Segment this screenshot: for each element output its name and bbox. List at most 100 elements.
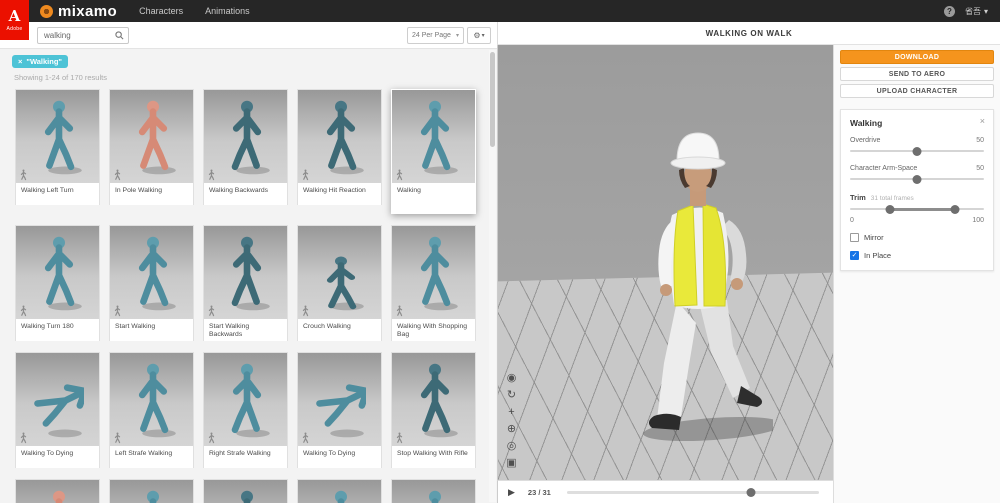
- mixamo-logo[interactable]: mixamo: [40, 3, 117, 20]
- trim-label: Trim: [850, 193, 866, 202]
- close-icon[interactable]: ×: [980, 116, 985, 126]
- trim-slider[interactable]: [850, 205, 984, 214]
- animation-card-label: Walking To Dying: [16, 446, 99, 468]
- animation-card-label: Crouch Walking: [298, 319, 381, 341]
- mannequin-figure: [410, 359, 460, 443]
- character-model[interactable]: [593, 97, 773, 449]
- animation-card[interactable]: Walking: [391, 89, 476, 214]
- animation-thumbnail: [298, 353, 381, 446]
- in-place-option[interactable]: ✓ In Place: [850, 251, 984, 260]
- overdrive-value: 50: [976, 137, 984, 144]
- zoom-icon[interactable]: ⊕: [505, 423, 518, 436]
- in-place-checkbox[interactable]: ✓: [850, 251, 859, 260]
- arm-space-label: Character Arm-Space: [850, 165, 917, 172]
- animation-card[interactable]: Walking To Dying: [15, 352, 100, 468]
- animation-card[interactable]: Stop Walking With Rifle: [391, 352, 476, 468]
- animation-card[interactable]: Walking With Shopping Bag: [391, 225, 476, 341]
- animation-thumbnail: [204, 353, 287, 446]
- animation-thumbnail: [204, 226, 287, 319]
- animation-card[interactable]: Walking Hit Reaction: [297, 89, 382, 205]
- animation-card[interactable]: Walking Turn 180: [15, 225, 100, 341]
- mannequin-figure: [128, 96, 178, 180]
- overdrive-slider[interactable]: [850, 147, 984, 156]
- timeline-slider[interactable]: [567, 488, 819, 497]
- chevron-down-icon: ▾: [482, 32, 485, 39]
- overdrive-handle[interactable]: [913, 147, 922, 156]
- timeline-track[interactable]: [567, 491, 819, 494]
- download-button[interactable]: DOWNLOAD: [840, 50, 994, 64]
- camera-icon[interactable]: ▣: [505, 457, 518, 470]
- animation-type-icon: [301, 432, 310, 444]
- adobe-a-icon: A: [9, 9, 21, 24]
- animation-thumbnail: [110, 353, 193, 446]
- gear-icon: ⚙: [473, 31, 480, 40]
- animation-card[interactable]: [391, 479, 476, 503]
- animation-card[interactable]: Crouch Walking: [297, 225, 382, 341]
- animation-type-icon: [207, 432, 216, 444]
- mannequin-figure: [222, 486, 272, 503]
- animation-thumbnail: [110, 90, 193, 183]
- close-icon[interactable]: ×: [18, 57, 22, 66]
- arm-space-handle[interactable]: [913, 175, 922, 184]
- 3d-viewport[interactable]: ◉ ↻ + ⊕ ◎ ▣: [497, 45, 833, 480]
- animation-card[interactable]: Start Walking: [109, 225, 194, 341]
- animation-card[interactable]: Walking To Dying: [297, 352, 382, 468]
- mannequin-figure: [128, 359, 178, 443]
- mannequin-figure: [410, 232, 460, 316]
- adobe-logo[interactable]: A Adobe: [0, 0, 29, 40]
- upload-character-button[interactable]: UPLOAD CHARACTER: [840, 84, 994, 98]
- orbit-icon[interactable]: ◉: [505, 372, 518, 385]
- animation-card[interactable]: In Pole Walking: [109, 89, 194, 205]
- results-summary: Showing 1-24 of 170 results: [14, 73, 107, 82]
- mannequin-figure: [34, 96, 84, 180]
- right-sidebar: DOWNLOAD SEND TO AERO UPLOAD CHARACTER W…: [833, 45, 1000, 503]
- nav-item-animations[interactable]: Animations: [205, 6, 250, 16]
- animation-card[interactable]: Walking Left Turn: [15, 89, 100, 205]
- timeline-handle[interactable]: [746, 488, 755, 497]
- mirror-option[interactable]: ✓ Mirror: [850, 233, 984, 242]
- frame-counter: 23 / 31: [528, 488, 551, 497]
- animation-card[interactable]: Start Walking Backwards: [203, 225, 288, 341]
- animation-card[interactable]: Right Strafe Walking: [203, 352, 288, 468]
- animation-type-icon: [301, 305, 310, 317]
- animation-thumbnail: [110, 480, 193, 503]
- search-icon[interactable]: [115, 31, 124, 40]
- scrollbar-thumb[interactable]: [490, 52, 495, 147]
- animation-card[interactable]: [203, 479, 288, 503]
- per-page-select[interactable]: 24 Per Page ▾: [407, 27, 464, 44]
- animation-card[interactable]: Walking Backwards: [203, 89, 288, 205]
- animation-card[interactable]: [297, 479, 382, 503]
- user-menu[interactable]: 省吾 ▾: [965, 6, 988, 17]
- rotate-icon[interactable]: ↻: [505, 389, 518, 402]
- animation-type-icon: [113, 169, 122, 181]
- trim-end-handle[interactable]: [950, 205, 959, 214]
- pan-icon[interactable]: +: [505, 406, 518, 419]
- animation-card-label: Walking Hit Reaction: [298, 183, 381, 205]
- trim-range-fill: [890, 208, 954, 211]
- help-icon[interactable]: ?: [944, 6, 955, 17]
- filter-tag-walking[interactable]: × "Walking": [12, 55, 68, 68]
- current-animation-title: WALKING ON WALK: [497, 22, 1000, 45]
- animation-card[interactable]: [109, 479, 194, 503]
- animation-thumbnail: [110, 226, 193, 319]
- animation-type-icon: [207, 305, 216, 317]
- send-to-aero-button[interactable]: SEND TO AERO: [840, 67, 994, 81]
- trim-start-handle[interactable]: [886, 205, 895, 214]
- animation-type-icon: [395, 432, 404, 444]
- chevron-down-icon: ▾: [984, 7, 988, 16]
- play-button[interactable]: ▶: [508, 487, 515, 498]
- arm-space-slider[interactable]: [850, 175, 984, 184]
- animation-type-icon: [395, 305, 404, 317]
- animation-card[interactable]: Left Strafe Walking: [109, 352, 194, 468]
- results-scrollbar[interactable]: [489, 50, 496, 502]
- nav-item-characters[interactable]: Characters: [139, 6, 183, 16]
- animation-card-label: Walking Left Turn: [16, 183, 99, 205]
- animation-card[interactable]: [15, 479, 100, 503]
- animation-card-label: Walking With Shopping Bag: [392, 319, 475, 341]
- animation-type-icon: [207, 169, 216, 181]
- mirror-checkbox[interactable]: ✓: [850, 233, 859, 242]
- center-icon[interactable]: ◎: [505, 440, 518, 453]
- search-box[interactable]: [37, 27, 129, 44]
- settings-button[interactable]: ⚙ ▾: [467, 27, 491, 44]
- search-input[interactable]: [44, 31, 115, 40]
